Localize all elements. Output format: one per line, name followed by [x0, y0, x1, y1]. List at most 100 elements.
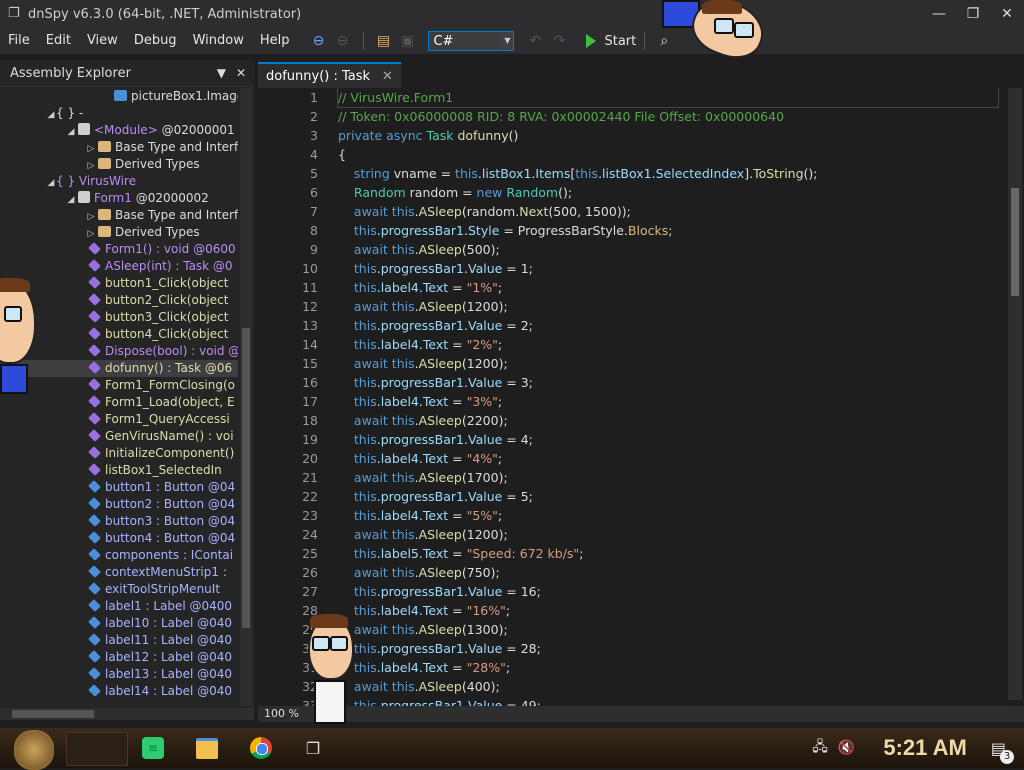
redo-icon[interactable]: ↷ — [548, 30, 570, 52]
code-line[interactable]: 31 this.label4.Text = "28%"; — [258, 658, 1008, 677]
tree-item-label: label12 : Label @040 — [105, 650, 233, 664]
language-select[interactable]: C# ▼ — [428, 31, 515, 51]
tree-item[interactable]: ▷ Derived Types — [0, 156, 238, 173]
tree-item[interactable]: label11 : Label @040 — [0, 632, 238, 649]
code-token: this — [455, 166, 478, 181]
code-line[interactable]: 10 this.progressBar1.Value = 1; — [258, 259, 1008, 278]
code-line[interactable]: 6 Random random = new Random(); — [258, 183, 1008, 202]
save-icon[interactable]: ▣ — [396, 30, 418, 52]
file-explorer-icon[interactable] — [190, 732, 224, 764]
code-line[interactable]: 12 await this.ASleep(1200); — [258, 297, 1008, 316]
code-line[interactable]: 7 await this.ASleep(random.Next(500, 150… — [258, 202, 1008, 221]
tree-item[interactable]: ◢ <Module> @02000001 — [0, 122, 238, 139]
editor-horizontal-scrollbar[interactable] — [328, 708, 1008, 720]
tree-item[interactable]: button2 : Button @04 — [0, 496, 238, 513]
maximize-button[interactable]: ❐ — [956, 0, 990, 28]
start-orb-icon[interactable] — [14, 730, 54, 770]
close-button[interactable]: ✕ — [990, 0, 1024, 28]
panel-menu-icon[interactable]: ▼ — [217, 66, 226, 80]
tree-item[interactable]: InitializeComponent() — [0, 445, 238, 462]
code-line[interactable]: 24 await this.ASleep(1200); — [258, 525, 1008, 544]
tab-dofunny[interactable]: dofunny() : Task ✕ — [258, 62, 401, 88]
code-line[interactable]: 11 this.label4.Text = "1%"; — [258, 278, 1008, 297]
tree-item[interactable]: GenVirusName() : voi — [0, 428, 238, 445]
navigate-back-icon[interactable]: ⊖ — [307, 30, 329, 52]
start-debug-button[interactable]: Start — [586, 34, 636, 49]
tree-item[interactable]: ▷ Derived Types — [0, 224, 238, 241]
code-line[interactable]: 27 this.progressBar1.Value = 16; — [258, 582, 1008, 601]
task-view-icon[interactable]: ❐ — [296, 732, 330, 764]
tree-item[interactable]: ◢{ } - — [0, 105, 238, 122]
tree-item[interactable]: label12 : Label @040 — [0, 649, 238, 666]
tab-close-icon[interactable]: ✕ — [382, 69, 393, 84]
menu-edit[interactable]: Edit — [38, 28, 79, 54]
tree-item[interactable]: contextMenuStrip1 : — [0, 564, 238, 581]
note-app-icon[interactable]: ≡ — [136, 732, 170, 764]
tree-item[interactable]: components : IContai — [0, 547, 238, 564]
tree-item[interactable]: button4 : Button @04 — [0, 530, 238, 547]
code-line[interactable]: 5 string vname = this.listBox1.Items[thi… — [258, 164, 1008, 183]
code-line[interactable]: 29 await this.ASleep(1300); — [258, 620, 1008, 639]
code-line[interactable]: 22 this.progressBar1.Value = 5; — [258, 487, 1008, 506]
tree-item[interactable]: exitToolStripMenuIt — [0, 581, 238, 598]
code-line[interactable]: 15 await this.ASleep(1200); — [258, 354, 1008, 373]
undo-icon[interactable]: ↶ — [524, 30, 546, 52]
code-line[interactable]: 1 // VirusWire.Form1 — [258, 88, 1008, 108]
editor-vertical-scrollbar[interactable] — [1008, 88, 1022, 700]
menu-window[interactable]: Window — [185, 28, 252, 54]
menu-debug[interactable]: Debug — [126, 28, 185, 54]
code-line[interactable]: 4{ — [258, 145, 1008, 164]
tree-item[interactable]: ASleep(int) : Task @0 — [0, 258, 238, 275]
code-line[interactable]: 14 this.label4.Text = "2%"; — [258, 335, 1008, 354]
tree-item[interactable]: label10 : Label @040 — [0, 615, 238, 632]
tree-item[interactable]: label1 : Label @0400 — [0, 598, 238, 615]
code-line[interactable]: 32 await this.ASleep(400); — [258, 677, 1008, 696]
chevron-down-icon[interactable]: ▼ — [501, 32, 514, 50]
volume-muted-icon[interactable]: 🔇 — [838, 740, 855, 756]
notifications-icon[interactable]: ▤ 3 — [991, 739, 1014, 764]
code-line[interactable]: 8 this.progressBar1.Style = ProgressBarS… — [258, 221, 1008, 240]
code-line[interactable]: 26 await this.ASleep(750); — [258, 563, 1008, 582]
code-line[interactable]: 30 this.progressBar1.Value = 28; — [258, 639, 1008, 658]
network-icon[interactable]: 🖧 — [812, 736, 828, 760]
tree-item[interactable]: button3 : Button @04 — [0, 513, 238, 530]
code-line[interactable]: 19 this.progressBar1.Value = 4; — [258, 430, 1008, 449]
explorer-vertical-scrollbar[interactable] — [240, 88, 252, 706]
clock[interactable]: 5:21 AM — [883, 735, 967, 761]
menu-file[interactable]: File — [0, 28, 38, 54]
tree-item[interactable]: label14 : Label @040 — [0, 683, 238, 700]
zoom-level[interactable]: 100 % — [264, 707, 299, 720]
tree-item[interactable]: listBox1_SelectedIn — [0, 462, 238, 479]
code-view[interactable]: 1 // VirusWire.Form1 2 // Token: 0x06000008… — [258, 88, 1008, 708]
tree-item[interactable]: label13 : Label @040 — [0, 666, 238, 683]
code-line[interactable]: 20 this.label4.Text = "4%"; — [258, 449, 1008, 468]
menu-view[interactable]: View — [79, 28, 126, 54]
tree-item[interactable]: ◢{ } VirusWire — [0, 173, 238, 190]
code-line[interactable]: 9 await this.ASleep(500); — [258, 240, 1008, 259]
code-line[interactable]: 28 this.label4.Text = "16%"; — [258, 601, 1008, 620]
menu-help[interactable]: Help — [252, 28, 298, 54]
tree-item[interactable]: Form1_Load(object, E — [0, 394, 238, 411]
tree-item[interactable]: Form1() : void @0600 — [0, 241, 238, 258]
chrome-icon[interactable] — [244, 732, 278, 764]
code-line[interactable]: 21 await this.ASleep(1700); — [258, 468, 1008, 487]
tree-item[interactable]: pictureBox1.Image — [0, 88, 238, 105]
tree-item[interactable]: Form1_QueryAccessi — [0, 411, 238, 428]
code-line[interactable]: 18 await this.ASleep(2200); — [258, 411, 1008, 430]
code-line[interactable]: 23 this.label4.Text = "5%"; — [258, 506, 1008, 525]
tree-item[interactable]: button1 : Button @04 — [0, 479, 238, 496]
tree-item[interactable]: ▷ Base Type and Interf — [0, 139, 238, 156]
code-line[interactable]: 17 this.label4.Text = "3%"; — [258, 392, 1008, 411]
code-line[interactable]: 3 private async Task dofunny() — [258, 126, 1008, 145]
explorer-horizontal-scrollbar[interactable] — [0, 708, 254, 720]
tree-item[interactable]: ◢ Form1 @02000002 — [0, 190, 238, 207]
code-line[interactable]: 25 this.label5.Text = "Speed: 672 kb/s"; — [258, 544, 1008, 563]
code-line[interactable]: 16 this.progressBar1.Value = 3; — [258, 373, 1008, 392]
minimize-button[interactable]: — — [922, 0, 956, 28]
code-line[interactable]: 2 // Token: 0x06000008 RID: 8 RVA: 0x0000… — [258, 107, 1008, 126]
panel-close-icon[interactable]: ✕ — [236, 66, 246, 80]
navigate-forward-icon[interactable]: ⊖ — [331, 30, 353, 52]
code-line[interactable]: 13 this.progressBar1.Value = 2; — [258, 316, 1008, 335]
tree-item[interactable]: ▷ Base Type and Interf — [0, 207, 238, 224]
open-folder-icon[interactable]: ▤ — [372, 30, 394, 52]
